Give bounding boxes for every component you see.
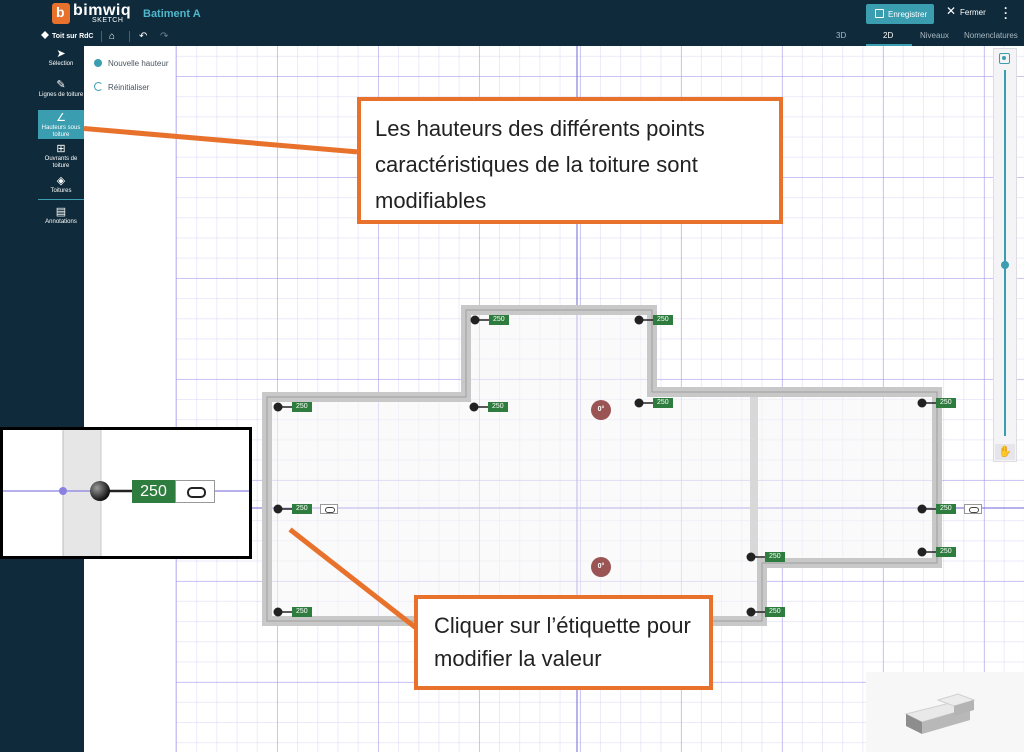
inset-axis-point <box>59 487 67 495</box>
close-label: Fermer <box>960 8 986 17</box>
sidebar-item-roof-lines[interactable]: ✎ Lignes de toiture <box>38 79 84 107</box>
height-label[interactable]: 250 <box>936 547 956 557</box>
save-label: Enregistrer <box>888 10 928 19</box>
house-icon[interactable]: ⌂ <box>109 31 115 42</box>
project-name[interactable]: Batiment A <box>143 8 201 20</box>
comment-icon: ▤ <box>55 206 67 218</box>
sidebar-item-roof-openings[interactable]: ⊞ Ouvrants de toiture <box>38 143 84 171</box>
sidebar-item-label: Hauteurs sous toiture <box>41 125 81 138</box>
sidebar-item-label: Toitures <box>50 188 72 194</box>
undo-icon[interactable]: ↶ <box>139 31 147 42</box>
save-icon <box>875 9 884 18</box>
link-icon[interactable] <box>320 504 338 514</box>
pen-icon: ✎ <box>56 79 66 91</box>
callout-text: Les hauteurs des différents points carac… <box>375 116 705 213</box>
redo-icon[interactable]: ↷ <box>160 31 168 42</box>
callout-text: Cliquer sur l’étiquette pour modifier la… <box>434 613 691 671</box>
layers-icon <box>41 31 49 39</box>
height-label[interactable]: 250 <box>292 607 312 617</box>
cursor-icon: ➤ <box>56 48 66 60</box>
inset-height-point <box>90 481 110 501</box>
brand-subtitle: SKETCH <box>92 17 124 24</box>
sidebar-item-label: Sélection <box>48 61 74 67</box>
fit-view-icon[interactable] <box>999 53 1010 64</box>
height-label[interactable]: 250 <box>936 398 956 408</box>
callout-click-label: Cliquer sur l’étiquette pour modifier la… <box>414 595 713 690</box>
sidebar-item-label: Annotations <box>45 219 77 225</box>
roof-selector-label: Toit sur RdC <box>52 33 94 40</box>
zoom-slider[interactable] <box>1004 70 1006 436</box>
height-label[interactable]: 250 <box>653 315 673 325</box>
left-strip <box>0 46 38 752</box>
sidebar-item-label: Lignes de toiture <box>38 92 84 98</box>
inset-height-label[interactable]: 250 <box>132 480 175 503</box>
tab-3d[interactable]: 3D <box>836 31 846 40</box>
tab-nomenclatures[interactable]: Nomenclatures <box>964 31 1018 40</box>
sidebar-item-annotations[interactable]: ▤ Annotations <box>38 199 84 225</box>
inset-link-icon[interactable] <box>175 480 215 503</box>
window-icon: ⊞ <box>56 143 66 155</box>
pan-hand-icon[interactable]: ✋ <box>995 444 1015 460</box>
zoom-slider-handle[interactable] <box>1001 261 1009 269</box>
sidebar-item-roofs[interactable]: ◈ Toitures <box>38 175 84 195</box>
save-button[interactable]: Enregistrer <box>866 4 934 24</box>
new-height-option[interactable]: Nouvelle hauteur <box>108 59 168 68</box>
top-left-corner <box>0 0 38 46</box>
slope-angle-badge[interactable]: 0° <box>591 400 611 420</box>
logo-letter-icon: b <box>56 4 65 20</box>
tab-niveaux[interactable]: Niveaux <box>920 31 949 40</box>
height-label[interactable]: 250 <box>292 504 312 514</box>
reset-icon <box>94 82 103 91</box>
3d-preview[interactable] <box>866 672 1024 752</box>
reset-option[interactable]: Réinitialiser <box>108 83 149 92</box>
toolbar-divider <box>129 31 130 42</box>
angle-icon: ∠ <box>56 112 66 124</box>
sidebar-item-roof-heights[interactable]: ∠ Hauteurs sous toiture <box>38 110 84 139</box>
3d-model-icon <box>904 693 976 734</box>
toolbar-divider <box>101 31 102 42</box>
height-label[interactable]: 250 <box>488 402 508 412</box>
sidebar-item-label: Ouvrants de toiture <box>44 156 78 169</box>
sidebar-item-selection[interactable]: ➤ Sélection <box>38 48 84 70</box>
height-label[interactable]: 250 <box>936 504 956 514</box>
height-label[interactable]: 250 <box>292 402 312 412</box>
more-vertical-icon[interactable]: · · · <box>1003 2 1009 24</box>
link-icon[interactable] <box>964 504 982 514</box>
layers-icon: ◈ <box>56 175 66 187</box>
tab-2d[interactable]: 2D <box>883 31 893 40</box>
zoom-inset: 250 <box>0 427 252 559</box>
height-label[interactable]: 250 <box>653 398 673 408</box>
height-label[interactable]: 250 <box>765 552 785 562</box>
height-label[interactable]: 250 <box>765 607 785 617</box>
height-label[interactable]: 250 <box>489 315 509 325</box>
slope-angle-badge[interactable]: 0° <box>591 557 611 577</box>
close-icon: ✕ <box>946 4 957 18</box>
new-height-dot-icon <box>94 59 102 67</box>
roof-selector[interactable]: Toit sur RdC <box>41 31 93 40</box>
options-panel <box>84 46 176 752</box>
callout-heights-editable: Les hauteurs des différents points carac… <box>357 97 783 224</box>
